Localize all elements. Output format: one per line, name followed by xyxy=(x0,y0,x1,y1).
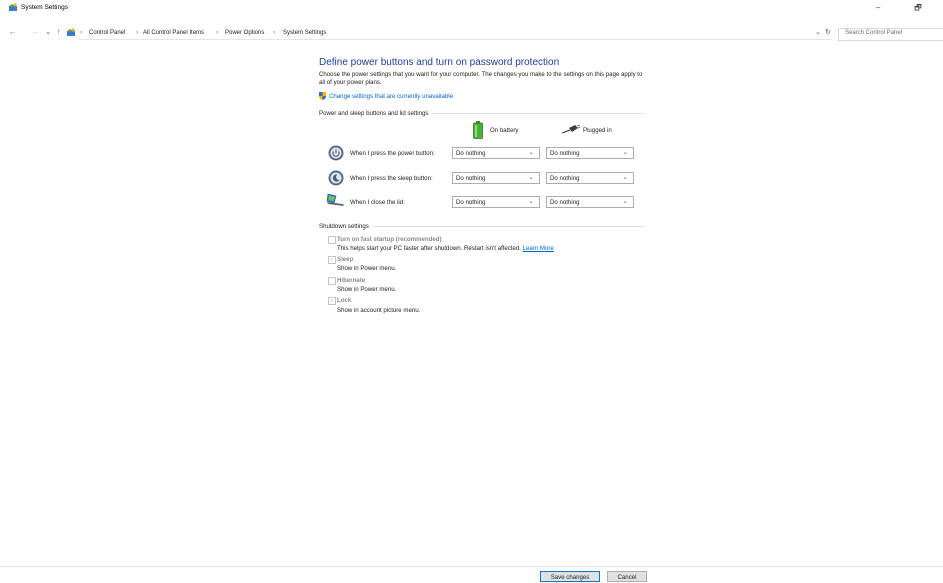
chevron-down-icon: ⌄ xyxy=(528,198,534,205)
breadcrumb-separator: › xyxy=(80,30,82,36)
breadcrumb-system-settings[interactable]: System Settings xyxy=(283,30,326,36)
sleep-description: Show in Power menu. xyxy=(337,265,397,272)
breadcrumb-separator: › xyxy=(273,30,275,36)
footer-divider xyxy=(0,566,943,567)
power-group-label: Power and sleep buttons and lid settings xyxy=(319,110,433,117)
close-lid-label: When I close the lid: xyxy=(350,199,405,206)
learn-more-link[interactable]: Learn More xyxy=(523,245,554,252)
select-value: Do nothing xyxy=(550,175,580,182)
lock-label: Lock xyxy=(337,297,352,304)
lock-checkbox[interactable]: ✓ xyxy=(328,297,336,305)
select-value: Do nothing xyxy=(456,150,486,157)
battery-icon xyxy=(473,121,483,139)
page-description: Choose the power settings that you want … xyxy=(319,71,643,86)
breadcrumb-separator: › xyxy=(136,30,138,36)
uac-shield-icon xyxy=(319,92,326,100)
restore-button[interactable]: 🗗 xyxy=(911,2,925,13)
close-lid-battery-select[interactable]: Do nothing ⌄ xyxy=(452,196,540,208)
lock-description: Show in account picture menu. xyxy=(337,307,421,314)
power-plug-icon xyxy=(562,125,580,134)
breadcrumb-all-items[interactable]: All Control Panel Items xyxy=(143,30,204,36)
search-placeholder: Search Control Panel xyxy=(845,30,903,36)
page-title: Define power buttons and turn on passwor… xyxy=(319,57,560,68)
minimize-button[interactable]: – xyxy=(871,2,885,13)
sleep-button-battery-select[interactable]: Do nothing ⌄ xyxy=(452,172,540,184)
title-bar xyxy=(0,0,943,16)
chevron-down-icon: ⌄ xyxy=(622,198,628,205)
recent-locations-button[interactable]: ⌄ xyxy=(45,27,51,37)
up-button[interactable]: ↑ xyxy=(57,27,61,37)
control-panel-icon xyxy=(66,28,75,36)
sleep-button-icon xyxy=(328,170,344,186)
plugged-in-header: Plugged in xyxy=(583,127,612,134)
back-button[interactable]: ← xyxy=(9,27,17,37)
breadcrumb-power-options[interactable]: Power Options xyxy=(225,30,264,36)
chevron-down-icon: ⌄ xyxy=(528,174,534,181)
select-value: Do nothing xyxy=(456,199,486,206)
power-button-label: When I press the power button: xyxy=(350,150,435,157)
save-changes-button[interactable]: Save changes xyxy=(540,571,600,582)
refresh-button[interactable]: ↻ xyxy=(825,28,831,38)
power-button-icon xyxy=(328,145,344,161)
control-panel-icon xyxy=(8,3,17,11)
fast-startup-description-text: This helps start your PC faster after sh… xyxy=(337,245,521,252)
fast-startup-description: This helps start your PC faster after sh… xyxy=(337,245,554,252)
sleep-button-plugged-select[interactable]: Do nothing ⌄ xyxy=(546,172,634,184)
hibernate-label: Hibernate xyxy=(337,277,366,284)
power-button-plugged-select[interactable]: Do nothing ⌄ xyxy=(546,147,634,159)
address-dropdown-button[interactable]: ⌄ xyxy=(815,28,821,38)
window-title: System Settings xyxy=(21,4,68,11)
sleep-checkbox[interactable]: ✓ xyxy=(328,256,336,264)
forward-button[interactable]: → xyxy=(31,27,39,37)
laptop-lid-icon xyxy=(326,193,344,206)
chevron-down-icon: ⌄ xyxy=(622,149,628,156)
cancel-button[interactable]: Cancel xyxy=(607,571,647,582)
sleep-button-label: When I press the sleep button: xyxy=(350,175,433,182)
power-button-battery-select[interactable]: Do nothing ⌄ xyxy=(452,147,540,159)
fast-startup-checkbox[interactable] xyxy=(328,236,336,244)
on-battery-header: On battery xyxy=(490,127,519,134)
breadcrumb-control-panel[interactable]: Control Panel xyxy=(89,30,125,36)
sleep-label: Sleep xyxy=(337,256,354,263)
fast-startup-label: Turn on fast startup (recommended) xyxy=(337,236,442,243)
hibernate-checkbox[interactable] xyxy=(328,277,336,285)
hibernate-description: Show in Power menu. xyxy=(337,286,397,293)
select-value: Do nothing xyxy=(550,199,580,206)
breadcrumb-separator: › xyxy=(216,30,218,36)
select-value: Do nothing xyxy=(550,150,580,157)
shutdown-group-label: Shutdown settings xyxy=(319,223,373,230)
chevron-down-icon: ⌄ xyxy=(528,149,534,156)
chevron-down-icon: ⌄ xyxy=(622,174,628,181)
change-settings-link[interactable]: Change settings that are currently unava… xyxy=(329,93,453,100)
select-value: Do nothing xyxy=(456,175,486,182)
close-lid-plugged-select[interactable]: Do nothing ⌄ xyxy=(546,196,634,208)
